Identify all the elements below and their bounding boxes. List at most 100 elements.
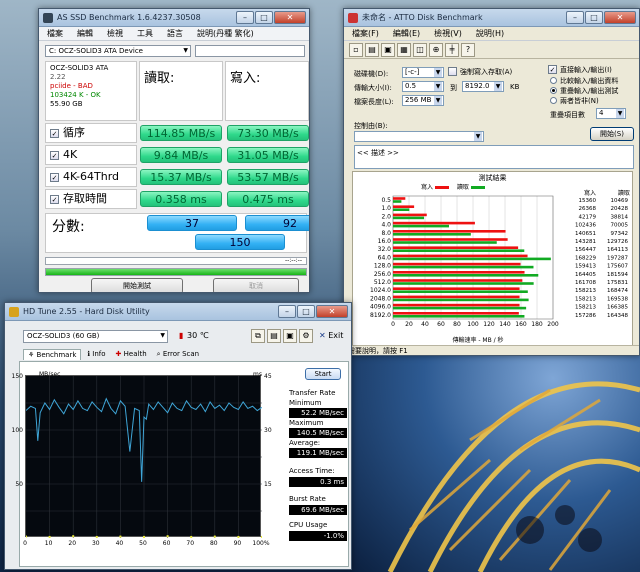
device-select[interactable]: C: OCZ-SOLID3 ATA Device ▼	[45, 45, 191, 57]
start-button[interactable]: Start	[305, 368, 341, 380]
window-title: AS SSD Benchmark 1.6.4237.30508	[57, 13, 201, 22]
4k64-row-label[interactable]: ✓ 4K-64Thrd	[45, 167, 137, 187]
compare-io-label: 比較輸入/輸出資料	[560, 77, 619, 85]
access-time-value: 0.3 ms	[289, 477, 347, 487]
neither-radio[interactable]	[550, 97, 557, 104]
force-write-checkbox[interactable]	[448, 67, 457, 76]
x-tick-label: 0	[391, 321, 395, 328]
access-write-result: 0.475 ms	[227, 191, 309, 207]
read-bar	[393, 216, 425, 220]
write-bar	[393, 287, 520, 290]
read-bar	[393, 306, 527, 310]
write-bar	[393, 262, 521, 266]
controlled-by-select[interactable]: ▼	[354, 131, 484, 142]
write-value-label: 26368	[579, 206, 597, 212]
print-preview-icon[interactable]: ◫	[413, 42, 427, 57]
menu-edit[interactable]: 編輯(E)	[393, 28, 420, 39]
start-button[interactable]: 開始測試	[91, 278, 183, 292]
seq-row-label[interactable]: ✓ 循序	[45, 123, 137, 143]
new-file-icon[interactable]: ▫	[349, 42, 363, 57]
read-bar	[393, 257, 551, 261]
close-button[interactable]: ✕	[274, 11, 306, 24]
tab-benchmark[interactable]: ⚘ Benchmark	[23, 349, 82, 360]
direct-io-checkbox[interactable]: ✓	[548, 65, 557, 74]
seq-checkbox[interactable]: ✓	[50, 128, 59, 138]
size-select[interactable]	[195, 45, 305, 57]
close-button[interactable]: ✕	[316, 305, 348, 318]
copy-icon[interactable]: ⧉	[251, 329, 265, 343]
help-icon[interactable]: ?	[461, 42, 475, 57]
open-folder-icon[interactable]: ▤	[365, 42, 379, 57]
menu-help[interactable]: 說明(丹種 繁化)	[197, 28, 254, 39]
menu-file[interactable]: 檔案	[47, 28, 63, 39]
atto-statusbar: 需要說明，請按 F1	[344, 345, 639, 355]
menu-tools[interactable]: 工具	[137, 28, 153, 39]
tab-info[interactable]: ℹ Info	[83, 349, 109, 360]
minimize-button[interactable]: –	[278, 305, 296, 318]
maximize-button[interactable]: □	[297, 305, 315, 318]
queue-depth-select[interactable]: 4 ▼	[596, 108, 626, 119]
access-checkbox[interactable]: ✓	[50, 194, 59, 204]
menu-view[interactable]: 檢視	[107, 28, 123, 39]
tab-error-scan[interactable]: ⌕ Error Scan	[153, 349, 203, 360]
compare-io-radio[interactable]	[550, 77, 557, 84]
transfer-to-select[interactable]: 8192.0 ▼	[462, 81, 504, 92]
device-name: OCZ-SOLID3 ATA	[50, 64, 109, 72]
seq-label: 循序	[63, 126, 85, 139]
description-field[interactable]: << 描述 >>	[354, 145, 634, 169]
drive-select[interactable]: OCZ-SOLID3 (60 GB) ▼	[23, 330, 168, 343]
atto-toolbar: ▫ ▤ ▣ ▦ ◫ ⊕ ╪ ?	[344, 41, 639, 59]
minimize-button[interactable]: –	[236, 11, 254, 24]
transfer-rate-plot	[26, 376, 262, 538]
transfer-size-label: 傳輸大小(I):	[354, 84, 392, 92]
menu-file[interactable]: 檔案(F)	[352, 28, 379, 39]
magnifier-icon: ⌕	[156, 350, 161, 358]
access-row-label[interactable]: ✓ 存取時間	[45, 189, 137, 209]
overlap-io-radio[interactable]	[550, 87, 557, 94]
cancel-button[interactable]: 取消	[213, 278, 299, 292]
window-title: 未命名 - ATTO Disk Benchmark	[362, 13, 483, 22]
category-label: 16.0	[378, 238, 392, 245]
4k64-label: 4K-64Thrd	[63, 170, 120, 183]
category-label: 64.0	[378, 254, 392, 261]
file-length-select[interactable]: 256 MB ▼	[402, 95, 444, 106]
options-icon[interactable]: ⚙	[299, 329, 313, 343]
controlled-by-label: 控制由(B):	[354, 122, 388, 130]
tab-health[interactable]: ✚ Health	[112, 349, 151, 360]
4k-write-result: 31.05 MB/s	[227, 147, 309, 163]
save-icon[interactable]: ▣	[381, 42, 395, 57]
4k-checkbox[interactable]: ✓	[50, 150, 59, 160]
atto-window: 未命名 - ATTO Disk Benchmark – □ ✕ 檔案(F) 編輯…	[343, 8, 640, 356]
print-icon[interactable]: ▦	[397, 42, 411, 57]
write-value-label: 15360	[579, 198, 597, 204]
split-icon[interactable]: ╪	[445, 42, 459, 57]
menu-edit[interactable]: 編輯	[77, 28, 93, 39]
4k-row-label[interactable]: ✓ 4K	[45, 145, 137, 165]
transfer-from-select[interactable]: 0.5 ▼	[402, 81, 444, 92]
drive-select[interactable]: [-c-] ▼	[402, 67, 444, 78]
category-label: 32.0	[378, 246, 392, 253]
4k64-checkbox[interactable]: ✓	[50, 172, 59, 182]
maximum-label: Maximum	[289, 419, 324, 427]
description-text: << 描述 >>	[357, 149, 399, 157]
copy-text-icon[interactable]: ▤	[267, 329, 281, 343]
write-value-label: 158213	[575, 296, 596, 302]
start-button[interactable]: 開始(S)	[590, 127, 634, 141]
minimize-button[interactable]: –	[566, 11, 584, 24]
read-bar	[393, 298, 529, 302]
atto-bar-chart: 0 20 40 60 80 100 120 140 160 180 200 0.5 15360 10469…	[370, 195, 629, 328]
save-icon[interactable]: ▣	[283, 329, 297, 343]
exit-button[interactable]: ✕ Exit	[319, 331, 343, 340]
x-tick-label: 80	[453, 321, 461, 328]
tab-health-label: Health	[123, 350, 147, 358]
maximize-button[interactable]: □	[585, 11, 603, 24]
menu-view[interactable]: 檢視(V)	[434, 28, 462, 39]
zoom-icon[interactable]: ⊕	[429, 42, 443, 57]
menu-help[interactable]: 說明(H)	[476, 28, 504, 39]
read-value-label: 70005	[611, 223, 629, 229]
maximize-button[interactable]: □	[255, 11, 273, 24]
close-button[interactable]: ✕	[604, 11, 636, 24]
menu-language[interactable]: 語言	[167, 28, 183, 39]
elapsed-time: --:--:--	[284, 257, 302, 264]
atto-xaxis-label: 傳輸速率 - MB / 秒	[452, 337, 504, 344]
